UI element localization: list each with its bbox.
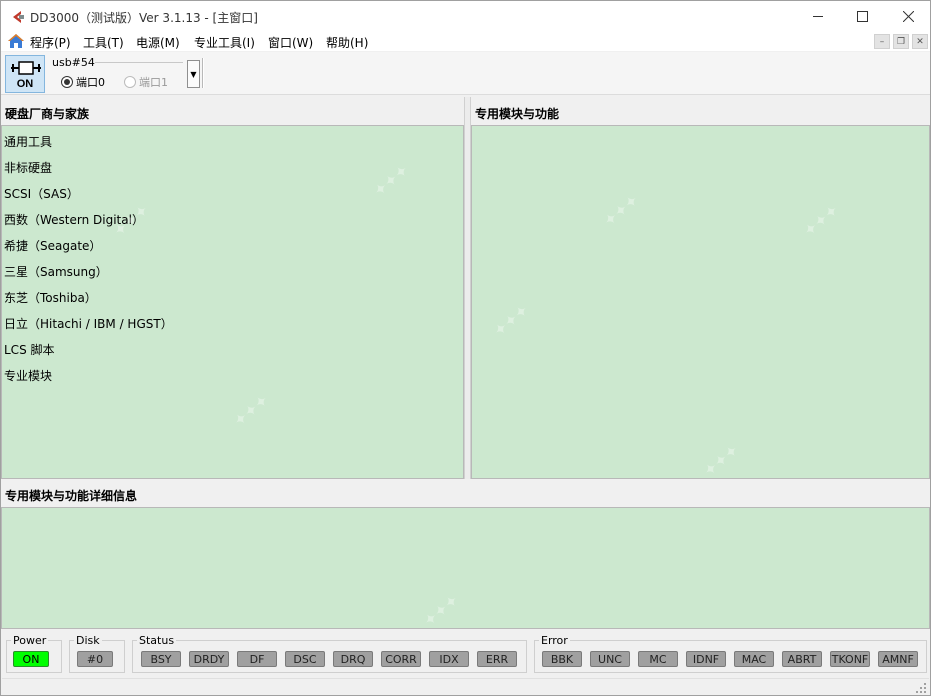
device-dropdown-button[interactable]: ▼: [187, 60, 200, 88]
window-title: DD3000（测试版）Ver 3.1.13 - [主窗口]: [30, 11, 258, 25]
minimize-button[interactable]: [795, 1, 841, 31]
power-on-button[interactable]: ON: [5, 55, 45, 93]
menu-help[interactable]: 帮助(H): [326, 34, 368, 51]
mdi-restore-button[interactable]: ❐: [893, 34, 909, 49]
left-panel-title: 硬盘厂商与家族: [5, 107, 90, 121]
minimize-icon: [813, 16, 823, 17]
menu-window[interactable]: 窗口(W): [268, 34, 313, 51]
power-group-title: Power: [11, 634, 49, 647]
detail-panel-title: 专用模块与功能详细信息: [5, 489, 138, 503]
list-item[interactable]: 专业模块: [4, 367, 52, 384]
port1-radio[interactable]: 端口1: [124, 74, 168, 90]
status-flag-bsy: BSY: [141, 651, 181, 667]
list-item[interactable]: 三星（Samsung）: [4, 263, 108, 280]
title-bar: DD3000（测试版）Ver 3.1.13 - [主窗口]: [1, 1, 930, 31]
vendor-family-list[interactable]: 通用工具 非标硬盘 SCSI（SAS） 西数（Western Digital） …: [1, 125, 464, 479]
power-indicator: ON: [13, 651, 49, 667]
list-item[interactable]: 日立（Hitachi / IBM / HGST）: [4, 315, 173, 332]
radio-unchecked-icon: [124, 76, 136, 88]
mdi-close-button[interactable]: ✕: [912, 34, 928, 49]
list-item[interactable]: 东芝（Toshiba）: [4, 289, 97, 306]
error-group-title: Error: [539, 634, 570, 647]
maximize-button[interactable]: [839, 1, 885, 31]
menu-bar: 程序(P) 工具(T) 电源(M) 专业工具(I) 窗口(W) 帮助(H) – …: [1, 31, 930, 51]
restore-icon: ❐: [896, 36, 906, 47]
status-flag-df: DF: [237, 651, 277, 667]
list-item[interactable]: 西数（Western Digital）: [4, 211, 144, 228]
app-logo-icon: [13, 11, 24, 23]
port0-radio[interactable]: 端口0: [61, 74, 105, 90]
port1-label: 端口1: [139, 76, 168, 89]
detail-info-area[interactable]: [1, 507, 930, 629]
close-icon: ✕: [916, 36, 924, 47]
mdi-minimize-button[interactable]: –: [874, 34, 890, 49]
chevron-down-icon: ▼: [190, 69, 197, 79]
list-item[interactable]: 通用工具: [4, 133, 52, 150]
device-label: usb#54: [52, 56, 95, 69]
error-flag-amnf: AMNF: [878, 651, 918, 667]
radio-checked-icon: [61, 76, 73, 88]
error-flag-unc: UNC: [590, 651, 630, 667]
left-panel-header: 硬盘厂商与家族: [1, 97, 464, 125]
error-flag-mc: MC: [638, 651, 678, 667]
disk-indicator[interactable]: #0: [77, 651, 113, 667]
connector-icon: [11, 61, 41, 75]
device-divider: [95, 62, 183, 63]
menu-power[interactable]: 电源(M): [136, 34, 180, 51]
status-flag-corr: CORR: [381, 651, 421, 667]
close-button[interactable]: [885, 1, 931, 31]
close-icon: [902, 10, 914, 22]
right-panel-title: 专用模块与功能: [475, 107, 560, 121]
disk-group-title: Disk: [74, 634, 102, 647]
minimize-icon: –: [879, 36, 885, 47]
toolbar: ON usb#54 端口0 端口1 ▼: [1, 52, 930, 95]
menu-program[interactable]: 程序(P): [30, 34, 71, 51]
status-flag-drq: DRQ: [333, 651, 373, 667]
status-flag-err: ERR: [477, 651, 517, 667]
vertical-splitter[interactable]: [464, 97, 471, 479]
error-flag-mac: MAC: [734, 651, 774, 667]
home-icon[interactable]: [7, 33, 25, 49]
status-flag-idx: IDX: [429, 651, 469, 667]
error-flag-bbk: BBK: [542, 651, 582, 667]
list-item[interactable]: LCS 脚本: [4, 341, 55, 358]
maximize-icon: [856, 10, 868, 22]
port0-label: 端口0: [76, 76, 105, 89]
module-function-list[interactable]: [471, 125, 930, 479]
toolbar-separator: [202, 58, 204, 88]
main-window: DD3000（测试版）Ver 3.1.13 - [主窗口] 程序(P) 工具(T…: [0, 0, 931, 696]
menu-tools[interactable]: 工具(T): [83, 34, 124, 51]
power-on-label: ON: [16, 78, 34, 90]
right-panel-header: 专用模块与功能: [471, 97, 930, 125]
status-bar: [2, 678, 929, 695]
detail-panel-header: 专用模块与功能详细信息: [1, 479, 930, 507]
list-item[interactable]: 希捷（Seagate）: [4, 237, 101, 254]
list-item[interactable]: SCSI（SAS）: [4, 185, 79, 202]
resize-grip-icon[interactable]: [915, 682, 927, 694]
menu-pro-tools[interactable]: 专业工具(I): [194, 34, 255, 51]
status-flag-drdy: DRDY: [189, 651, 229, 667]
status-group-title: Status: [137, 634, 177, 647]
error-flag-tkonf: TKONF: [830, 651, 870, 667]
list-item[interactable]: 非标硬盘: [4, 159, 52, 176]
status-flag-dsc: DSC: [285, 651, 325, 667]
error-flag-abrt: ABRT: [782, 651, 822, 667]
error-flag-idnf: IDNF: [686, 651, 726, 667]
